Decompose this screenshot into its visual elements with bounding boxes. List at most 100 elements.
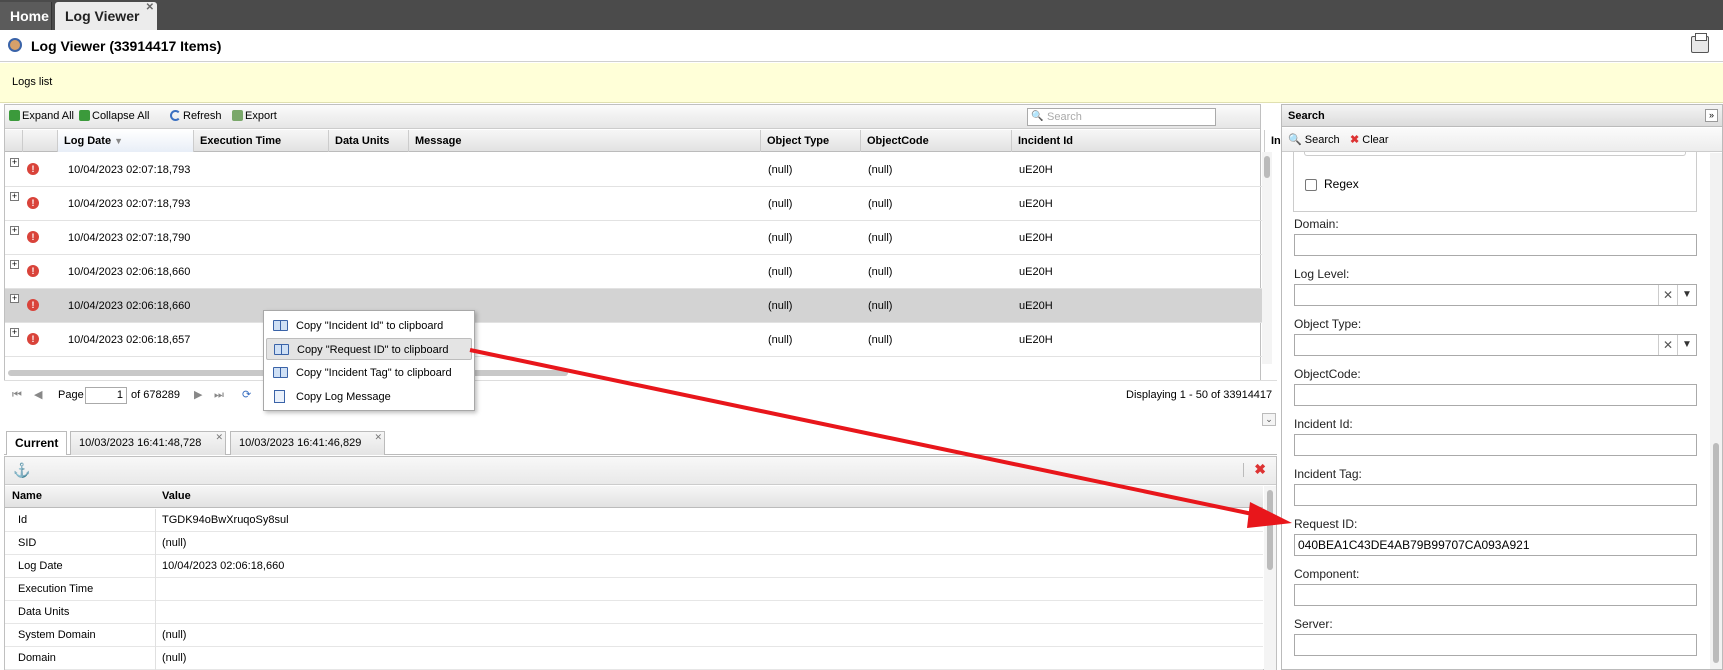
print-icon[interactable]: [1691, 33, 1709, 53]
prev-page-icon[interactable]: ◀: [34, 389, 46, 401]
menu-item-copy-log-message[interactable]: Copy Log Message: [266, 386, 472, 408]
filter-select[interactable]: ✕ ▼: [1294, 284, 1697, 306]
cell-incident-id: uE20H: [1019, 232, 1053, 244]
close-icon[interactable]: ✕: [146, 0, 154, 22]
table-row[interactable]: +! 10/04/2023 02:06:18,660 (null) (null) uE2…: [5, 289, 1265, 323]
detail-tab-current[interactable]: Current: [6, 431, 67, 455]
expand-row-icon[interactable]: +: [10, 226, 19, 235]
table-row[interactable]: +! 10/04/2023 02:07:18,793 (null) (null) uE2…: [5, 153, 1265, 187]
menu-item-copy-request-id[interactable]: Copy "Request ID" to clipboard: [266, 338, 472, 360]
grid-header: Log Date ▼ Execution Time Data Units Mes…: [5, 130, 1281, 152]
close-detail-icon[interactable]: ✖: [1254, 461, 1266, 478]
expand-row-icon[interactable]: +: [10, 158, 19, 167]
search-panel-toolbar: 🔍 Search ✖ Clear: [1282, 128, 1722, 152]
filter-input[interactable]: 040BEA1C43DE4AB79B99707CA093A921: [1294, 534, 1697, 556]
property-row[interactable]: Log Date 10/04/2023 02:06:18,660: [5, 555, 1263, 578]
header-data-units[interactable]: Data Units: [329, 130, 409, 152]
property-name: Data Units: [18, 606, 70, 618]
filter-select[interactable]: ✕ ▼: [1294, 334, 1697, 356]
property-row[interactable]: SID (null): [5, 532, 1263, 555]
chevron-down-icon[interactable]: ▼: [1677, 285, 1696, 305]
header-log-date[interactable]: Log Date ▼: [58, 130, 194, 152]
first-page-icon[interactable]: ⏮: [12, 389, 24, 401]
expand-row-icon[interactable]: +: [10, 192, 19, 201]
search-panel: Search » 🔍 Search ✖ Clear Regex Domain: L…: [1281, 104, 1723, 670]
refresh-icon: [170, 110, 181, 121]
page-header: Log Viewer (33914417 Items): [0, 30, 1723, 62]
column-divider: [155, 601, 156, 624]
header-object-code[interactable]: ObjectCode: [861, 130, 1012, 152]
clear-button[interactable]: ✖ Clear: [1350, 133, 1389, 146]
detail-tab-history-1[interactable]: 10/03/2023 16:41:48,728 ✕: [70, 431, 226, 455]
cell-log-date: 10/04/2023 02:06:18,657: [68, 334, 191, 346]
property-row[interactable]: Data Units: [5, 601, 1263, 624]
detail-scrollbar[interactable]: [1264, 486, 1276, 670]
grid-search-input[interactable]: Search: [1027, 108, 1216, 126]
cell-object-code: (null): [868, 266, 893, 278]
scroll-thumb[interactable]: [1713, 443, 1719, 663]
expand-row-icon[interactable]: +: [10, 294, 19, 303]
header-object-type[interactable]: Object Type: [761, 130, 861, 152]
filter-input[interactable]: [1294, 484, 1697, 506]
reload-icon[interactable]: ⟳: [242, 389, 254, 401]
property-value: TGDK94oBwXruqoSy8sul: [162, 514, 289, 526]
property-row[interactable]: Id TGDK94oBwXruqoSy8sul: [5, 509, 1263, 532]
collapse-panel-icon[interactable]: ⌄: [1262, 413, 1276, 426]
book-icon: [273, 320, 288, 331]
export-icon: [232, 110, 243, 121]
cell-incident-id: uE20H: [1019, 164, 1053, 176]
refresh-button[interactable]: Refresh: [170, 110, 222, 122]
close-icon[interactable]: ✕: [215, 426, 223, 448]
last-page-icon[interactable]: ⏭: [214, 389, 226, 401]
close-icon[interactable]: ✕: [374, 426, 382, 448]
search-panel-scrollbar[interactable]: [1710, 153, 1722, 669]
filter-input[interactable]: [1294, 384, 1697, 406]
context-menu: Copy "Incident Id" to clipboard Copy "Re…: [263, 310, 475, 411]
regex-checkbox[interactable]: [1305, 179, 1317, 191]
scroll-thumb[interactable]: [1264, 156, 1270, 178]
tab-home[interactable]: Home: [0, 2, 52, 30]
filter-input[interactable]: [1294, 234, 1697, 256]
property-value: (null): [162, 652, 187, 664]
table-row[interactable]: +! 10/04/2023 02:06:18,657 (null) (null) uE2…: [5, 323, 1265, 357]
property-row[interactable]: Domain (null): [5, 647, 1263, 670]
collapse-all-button[interactable]: Collapse All: [79, 110, 149, 122]
scroll-thumb[interactable]: [1267, 490, 1273, 570]
filter-input[interactable]: [1294, 584, 1697, 606]
cell-log-date: 10/04/2023 02:06:18,660: [68, 300, 191, 312]
header-incident-id[interactable]: Incident Id: [1012, 130, 1265, 152]
grid-scrollbar[interactable]: [1262, 152, 1272, 364]
search-button[interactable]: 🔍 Search: [1288, 133, 1340, 146]
detail-tab-history-2-label: 10/03/2023 16:41:46,829: [239, 437, 362, 449]
filter-input[interactable]: [1294, 434, 1697, 456]
tab-log-viewer[interactable]: Log Viewer ✕: [55, 2, 157, 30]
header-incident-tag[interactable]: In: [1265, 130, 1281, 152]
page-number-input[interactable]: 1: [85, 387, 127, 404]
table-row[interactable]: +! 10/04/2023 02:06:18,660 (null) (null) uE2…: [5, 255, 1265, 289]
filter-input[interactable]: [1294, 634, 1697, 656]
chevron-down-icon[interactable]: ▼: [1677, 335, 1696, 355]
magnifier-icon: 🔍: [1288, 134, 1302, 146]
collapse-right-icon[interactable]: »: [1705, 109, 1718, 122]
menu-item-copy-incident-tag[interactable]: Copy "Incident Tag" to clipboard: [266, 362, 472, 384]
message-input-edge[interactable]: [1304, 152, 1686, 156]
expand-all-button[interactable]: Expand All: [9, 110, 74, 122]
expand-row-icon[interactable]: +: [10, 260, 19, 269]
expand-row-icon[interactable]: +: [10, 328, 19, 337]
cell-object-code: (null): [868, 198, 893, 210]
header-message[interactable]: Message: [409, 130, 761, 152]
table-row[interactable]: +! 10/04/2023 02:07:18,790 (null) (null) uE2…: [5, 221, 1265, 255]
field-label: Incident Id:: [1294, 417, 1353, 431]
detail-tab-strip: Current 10/03/2023 16:41:48,728 ✕ 10/03/2…: [4, 429, 1277, 455]
clear-icon[interactable]: ✕: [1658, 285, 1677, 305]
detail-tab-history-2[interactable]: 10/03/2023 16:41:46,829 ✕: [230, 431, 385, 455]
menu-item-copy-incident-id[interactable]: Copy "Incident Id" to clipboard: [266, 315, 472, 337]
property-row[interactable]: System Domain (null): [5, 624, 1263, 647]
clear-icon[interactable]: ✕: [1658, 335, 1677, 355]
next-page-icon[interactable]: ▶: [194, 389, 206, 401]
anchor-icon[interactable]: ⚓: [13, 462, 30, 479]
table-row[interactable]: +! 10/04/2023 02:07:18,793 (null) (null) uE2…: [5, 187, 1265, 221]
property-row[interactable]: Execution Time: [5, 578, 1263, 601]
header-execution-time[interactable]: Execution Time: [194, 130, 329, 152]
export-button[interactable]: Export: [232, 110, 277, 122]
